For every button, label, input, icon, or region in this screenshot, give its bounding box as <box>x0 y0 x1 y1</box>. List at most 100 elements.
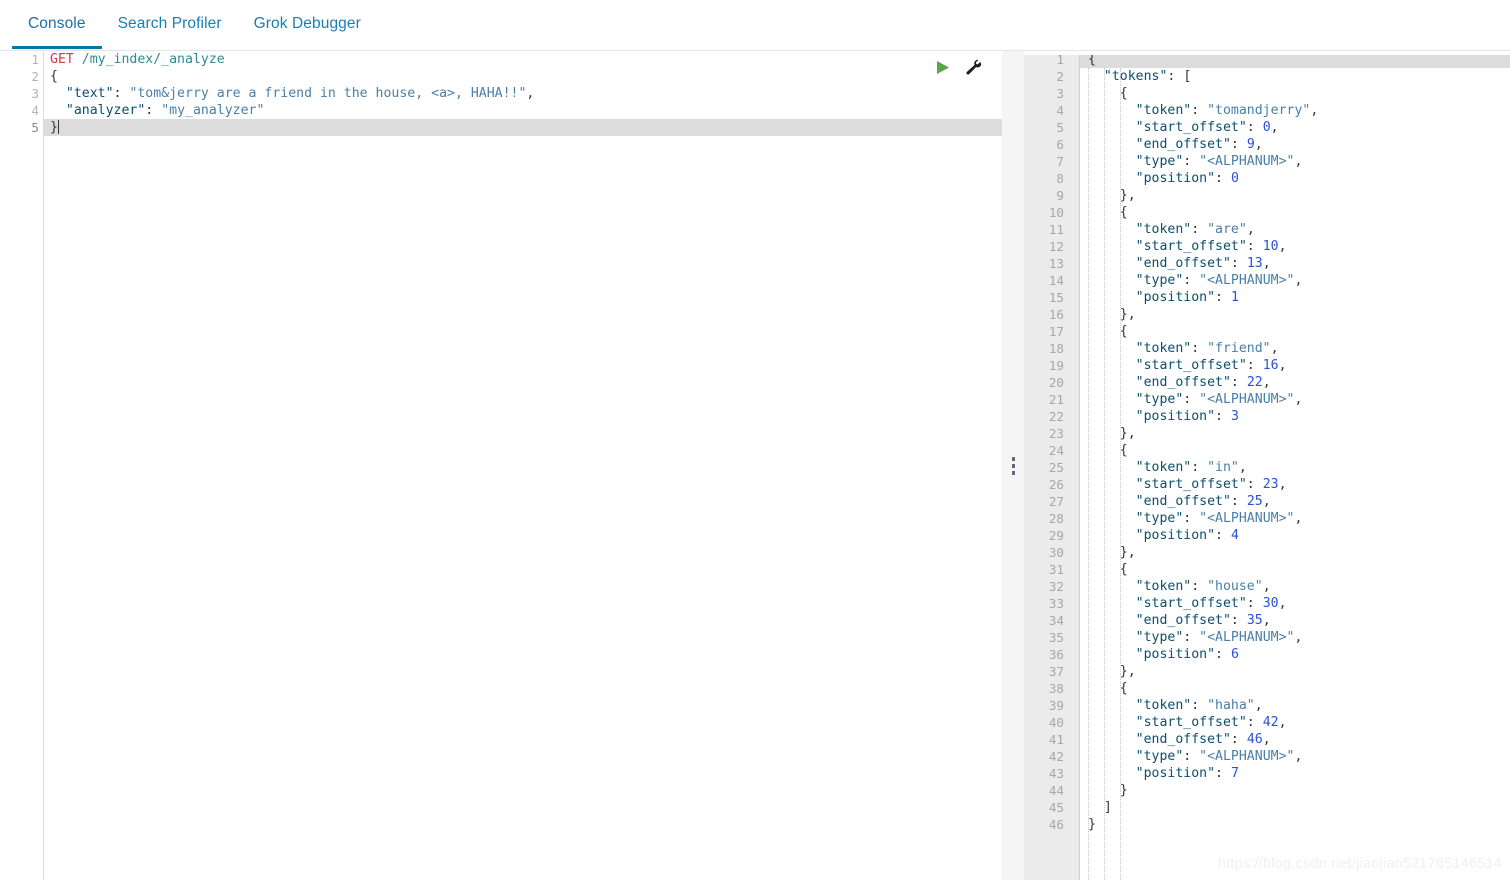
tab-grok-debugger[interactable]: Grok Debugger <box>238 0 377 49</box>
code-line[interactable]: 16 }, <box>1024 306 1510 323</box>
code-line[interactable]: 39 "token": "haha", <box>1024 697 1510 714</box>
token-num: 9 <box>1246 137 1255 152</box>
code-line[interactable]: 1 GET /my_index/_analyze <box>0 51 1002 68</box>
code-line[interactable]: 45 ] <box>1024 799 1510 816</box>
code-line[interactable]: 42 "type": "<ALPHANUM>", <box>1024 748 1510 765</box>
token-punct: : <box>1215 766 1231 781</box>
code-line[interactable]: 22 "position": 3 <box>1024 408 1510 425</box>
code-line[interactable]: 43 "position": 7 <box>1024 765 1510 782</box>
token-punct <box>1088 511 1136 526</box>
code-line[interactable]: 34 "end_offset": 35, <box>1024 612 1510 629</box>
code-line[interactable]: 12 "start_offset": 10, <box>1024 238 1510 255</box>
response-editor[interactable]: 1{2 "tokens": [3 {4 "token": "tomandjerr… <box>1024 51 1510 880</box>
code-line[interactable]: 46} <box>1024 816 1510 833</box>
code-line[interactable]: 31 { <box>1024 561 1510 578</box>
line-number: 13 <box>1048 256 1064 271</box>
response-scroll-strip[interactable] <box>1024 51 1510 55</box>
request-editor-pane[interactable]: 1 GET /my_index/_analyze 2{3 "text": "tom&… <box>0 51 1002 880</box>
token-key: "position" <box>1135 171 1216 186</box>
code-line[interactable]: 20 "end_offset": 22, <box>1024 374 1510 391</box>
code-line[interactable]: 5} <box>0 119 1002 136</box>
code-line[interactable]: 18 "token": "friend", <box>1024 340 1510 357</box>
code-line[interactable]: 29 "position": 4 <box>1024 527 1510 544</box>
code-line[interactable]: 17 { <box>1024 323 1510 340</box>
token-punct <box>1088 341 1136 356</box>
request-editor[interactable]: 1 GET /my_index/_analyze 2{3 "text": "tom&… <box>0 51 1002 880</box>
drag-handle[interactable] <box>1002 51 1024 880</box>
request-code-area[interactable]: 1 GET /my_index/_analyze 2{3 "text": "tom&… <box>0 51 1002 880</box>
play-icon[interactable] <box>934 59 951 76</box>
code-line[interactable]: 2 "tokens": [ <box>1024 68 1510 85</box>
code-line[interactable]: 11 "token": "are", <box>1024 221 1510 238</box>
code-line[interactable]: 14 "type": "<ALPHANUM>", <box>1024 272 1510 289</box>
code-line[interactable]: 5 "start_offset": 0, <box>1024 119 1510 136</box>
token-num: 42 <box>1262 715 1279 730</box>
token-key: "token" <box>1135 341 1192 356</box>
code-line[interactable]: 9 }, <box>1024 187 1510 204</box>
code-line[interactable]: 8 "position": 0 <box>1024 170 1510 187</box>
line-number: 3 <box>31 86 39 101</box>
token-punct <box>1088 749 1136 764</box>
token-punct <box>1088 375 1136 390</box>
code-line[interactable]: 25 "token": "in", <box>1024 459 1510 476</box>
code-line[interactable]: 40 "start_offset": 42, <box>1024 714 1510 731</box>
code-line[interactable]: 4 "token": "tomandjerry", <box>1024 102 1510 119</box>
code-line[interactable]: 7 "type": "<ALPHANUM>", <box>1024 153 1510 170</box>
token-str: "in" <box>1207 460 1239 475</box>
token-key: "token" <box>1135 103 1192 118</box>
line-number: 40 <box>1048 715 1064 730</box>
token-num: 0 <box>1230 171 1239 186</box>
code-line[interactable]: 4 "analyzer": "my_analyzer" <box>0 102 1002 119</box>
token-str: "haha" <box>1207 698 1255 713</box>
code-line[interactable]: 15 "position": 1 <box>1024 289 1510 306</box>
code-text: }, <box>1080 663 1136 680</box>
token-key: "start_offset" <box>1135 596 1247 611</box>
code-text: GET /my_index/_analyze <box>44 51 225 68</box>
code-line[interactable]: 21 "type": "<ALPHANUM>", <box>1024 391 1510 408</box>
code-line[interactable]: 6 "end_offset": 9, <box>1024 136 1510 153</box>
token-punct: : <box>1191 222 1208 237</box>
line-number: 4 <box>31 103 39 118</box>
wrench-icon[interactable] <box>965 59 982 76</box>
code-line[interactable]: 33 "start_offset": 30, <box>1024 595 1510 612</box>
line-number: 33 <box>1048 596 1064 611</box>
response-code-area[interactable]: 1{2 "tokens": [3 {4 "token": "tomandjerr… <box>1024 51 1510 880</box>
code-line[interactable]: 3 { <box>1024 85 1510 102</box>
tab-search-profiler[interactable]: Search Profiler <box>102 0 238 49</box>
token-punct <box>1088 698 1136 713</box>
code-line[interactable]: 19 "start_offset": 16, <box>1024 357 1510 374</box>
code-line[interactable]: 41 "end_offset": 46, <box>1024 731 1510 748</box>
code-line[interactable]: 27 "end_offset": 25, <box>1024 493 1510 510</box>
code-line[interactable]: 44 } <box>1024 782 1510 799</box>
code-line[interactable]: 32 "token": "house", <box>1024 578 1510 595</box>
token-punct <box>1088 290 1136 305</box>
pane-divider[interactable] <box>1002 51 1024 880</box>
tab-console[interactable]: Console <box>12 0 102 49</box>
code-line[interactable]: 10 { <box>1024 204 1510 221</box>
code-line[interactable]: 38 { <box>1024 680 1510 697</box>
token-punct: , <box>1294 273 1303 288</box>
code-line[interactable]: 30 }, <box>1024 544 1510 561</box>
code-text: "tokens": [ <box>1080 68 1191 85</box>
line-number: 18 <box>1048 341 1064 356</box>
code-line[interactable]: 28 "type": "<ALPHANUM>", <box>1024 510 1510 527</box>
code-line[interactable]: 26 "start_offset": 23, <box>1024 476 1510 493</box>
code-line[interactable]: 37 }, <box>1024 663 1510 680</box>
code-line[interactable]: 3 "text": "tom&jerry are a friend in the… <box>0 85 1002 102</box>
token-punct: : <box>1230 613 1247 628</box>
token-punct <box>1088 647 1136 662</box>
token-str: "<ALPHANUM>" <box>1199 273 1295 288</box>
response-editor-pane[interactable]: 1{2 "tokens": [3 {4 "token": "tomandjerr… <box>1024 51 1510 880</box>
token-punct <box>1088 324 1120 339</box>
code-line[interactable]: 35 "type": "<ALPHANUM>", <box>1024 629 1510 646</box>
code-text: }, <box>1080 425 1136 442</box>
code-line[interactable]: 13 "end_offset": 13, <box>1024 255 1510 272</box>
code-line[interactable]: 36 "position": 6 <box>1024 646 1510 663</box>
code-line[interactable]: 24 { <box>1024 442 1510 459</box>
line-number: 1 <box>31 52 39 67</box>
code-line[interactable]: 23 }, <box>1024 425 1510 442</box>
token-punct: : <box>113 86 130 101</box>
token-str: "<ALPHANUM>" <box>1199 511 1295 526</box>
token-key: "token" <box>1135 222 1192 237</box>
code-line[interactable]: 2{ <box>0 68 1002 85</box>
